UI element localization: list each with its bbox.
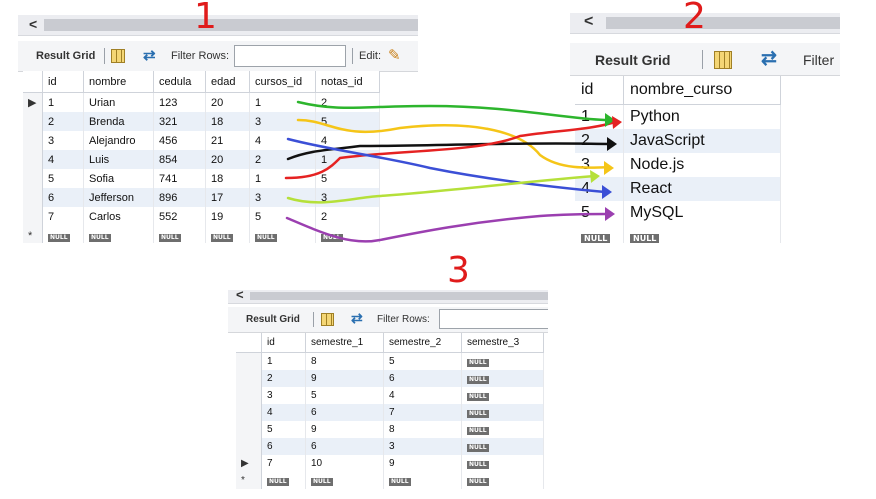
arrow-black — [286, 142, 612, 161]
arrowhead-lime — [590, 170, 600, 183]
arrowhead-purple — [605, 207, 615, 221]
arrow-blue — [286, 137, 607, 194]
arrow-green — [296, 100, 607, 122]
arrowhead-black — [607, 137, 617, 151]
relationship-arrows — [284, 100, 622, 243]
arrowhead-red — [612, 116, 622, 129]
arrowhead-yellow — [604, 161, 614, 175]
arrowhead-blue — [602, 185, 612, 199]
arrow-purple — [285, 212, 609, 243]
arrow-lime — [286, 174, 597, 204]
